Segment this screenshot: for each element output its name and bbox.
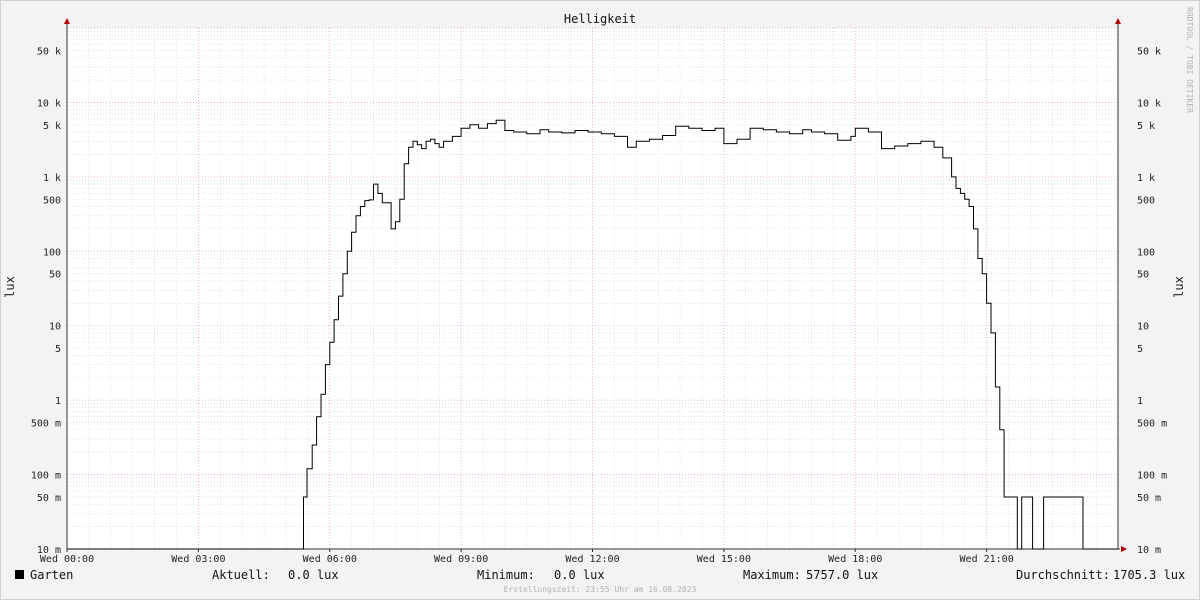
y-tick-label-right: 50 k — [1137, 46, 1161, 57]
y-axis-arrow-left — [64, 18, 70, 24]
y-tick-label-left: 5 — [55, 344, 61, 355]
y-tick-label-right: 500 m — [1137, 419, 1167, 430]
y-tick-label-left: 50 k — [37, 46, 61, 57]
rrdtool-credit: RRDTOOL / TOBI OETIKER — [1185, 7, 1194, 113]
x-tick-label: Wed 21:00 — [960, 554, 1014, 565]
y-tick-label-left: 1 k — [43, 173, 61, 184]
y-tick-label-right: 10 — [1137, 322, 1149, 333]
brightness-chart: Wed 00:00 Wed 03:00 Wed 06:00 Wed 09:00 Wed … — [3, 7, 1194, 594]
legend-current-label: Aktuell: — [212, 568, 270, 582]
legend-max-value: 5757.0 lux — [806, 568, 878, 582]
y-axis-label-right: lux — [1172, 276, 1186, 298]
y-tick-label-left: 100 — [43, 247, 61, 258]
y-axis-label-left: lux — [3, 276, 17, 298]
x-tick-label: Wed 18:00 — [828, 554, 882, 565]
y-tick-label-right: 5 k — [1137, 121, 1155, 132]
x-tick-label: Wed 12:00 — [565, 554, 619, 565]
x-axis-arrow — [1121, 546, 1127, 552]
legend-series-label: Garten — [30, 568, 73, 582]
legend-max-label: Maximum: — [743, 568, 801, 582]
legend-swatch-garten — [15, 570, 24, 579]
y-tick-label-right: 1 k — [1137, 173, 1155, 184]
legend-avg-value: 1705.3 lux — [1113, 568, 1185, 582]
y-axis-arrow-right — [1115, 18, 1121, 24]
y-tick-label-right: 1 — [1137, 396, 1143, 407]
y-tick-label-left: 500 — [43, 195, 61, 206]
y-tick-label-left: 500 m — [31, 419, 61, 430]
legend-current-value: 0.0 lux — [288, 568, 339, 582]
y-tick-label-right: 500 — [1137, 195, 1155, 206]
x-tick-label: Wed 03:00 — [171, 554, 225, 565]
y-tick-label-left: 10 — [49, 322, 61, 333]
y-tick-label-right: 10 k — [1137, 98, 1161, 109]
creation-time-footer: Erstellungszeit: 23:55 Uhr am 16.08.2023 — [504, 585, 697, 594]
legend-avg-label: Durchschnitt: — [1016, 568, 1110, 582]
y-tick-label-right: 50 m — [1137, 493, 1161, 504]
grid-layer — [66, 27, 1118, 550]
x-tick-label: Wed 09:00 — [434, 554, 488, 565]
legend-min-label: Minimum: — [477, 568, 535, 582]
y-tick-label-left: 10 m — [37, 545, 61, 556]
y-tick-label-left: 5 k — [43, 121, 61, 132]
x-tick-label: Wed 06:00 — [303, 554, 357, 565]
y-tick-label-right: 100 m — [1137, 471, 1167, 482]
y-tick-label-left: 10 k — [37, 98, 61, 109]
y-tick-label-left: 50 — [49, 270, 61, 281]
chart-title: Helligkeit — [564, 12, 636, 26]
y-tick-label-left: 1 — [55, 396, 61, 407]
y-tick-label-left: 100 m — [31, 471, 61, 482]
y-tick-label-right: 50 — [1137, 270, 1149, 281]
y-tick-label-left: 50 m — [37, 493, 61, 504]
y-tick-label-right: 100 — [1137, 247, 1155, 258]
legend-min-value: 0.0 lux — [554, 568, 605, 582]
x-tick-label: Wed 15:00 — [697, 554, 751, 565]
y-tick-label-right: 10 m — [1137, 545, 1161, 556]
y-tick-label-right: 5 — [1137, 344, 1143, 355]
